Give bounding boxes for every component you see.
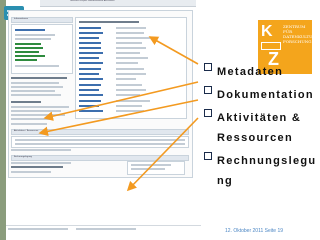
arrow-metadaten bbox=[148, 36, 199, 65]
arrow-dokumentation bbox=[43, 81, 199, 121]
arrow-aktivitaeten bbox=[38, 99, 199, 137]
arrow-rechnungslegung bbox=[126, 117, 199, 192]
slide-footer: 12. Oktober 2011 Seite 19 bbox=[225, 228, 284, 234]
callout-arrows bbox=[38, 36, 199, 192]
